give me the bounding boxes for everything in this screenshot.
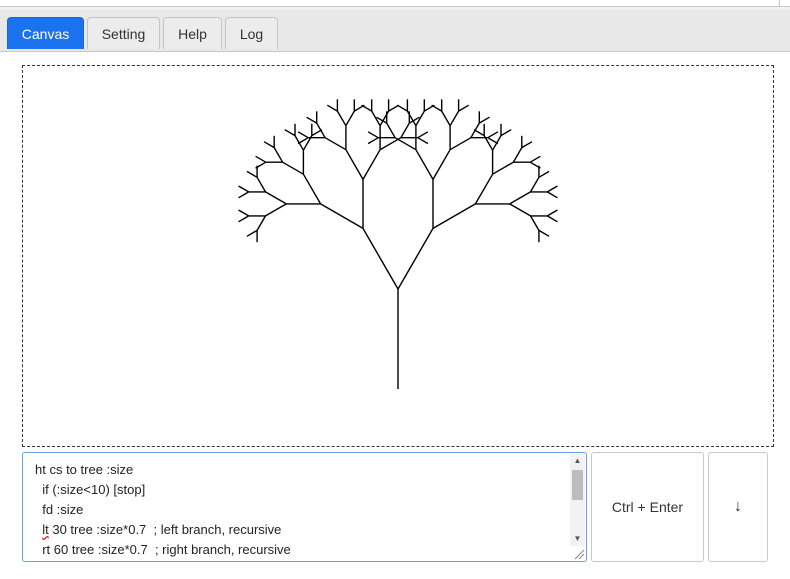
tree-branch bbox=[529, 215, 540, 231]
tree-branch bbox=[326, 104, 338, 112]
tree-branch bbox=[316, 122, 326, 139]
editor-scrollbar[interactable]: ▲ ▼ bbox=[570, 454, 585, 546]
tree-branch bbox=[306, 116, 318, 124]
tree-branch bbox=[441, 110, 451, 127]
tree-branch bbox=[273, 147, 284, 163]
tree-branch bbox=[362, 228, 399, 290]
tree-branch bbox=[417, 137, 429, 145]
resize-grip-icon[interactable] bbox=[571, 546, 585, 560]
window-corner bbox=[779, 0, 790, 6]
tree-branch bbox=[415, 149, 434, 180]
turtle-canvas[interactable] bbox=[22, 65, 774, 447]
tree-branch bbox=[265, 203, 287, 217]
tree-branch bbox=[417, 131, 429, 139]
tree-branch bbox=[255, 155, 267, 163]
tree-branch bbox=[432, 149, 451, 180]
tree-branch bbox=[400, 122, 410, 139]
tree-branch bbox=[458, 104, 470, 112]
scroll-up-arrow-icon[interactable]: ▲ bbox=[570, 454, 585, 468]
tree-branch bbox=[265, 191, 287, 205]
tab-log[interactable]: Log bbox=[225, 17, 278, 49]
scroll-down-arrow-icon[interactable]: ▼ bbox=[570, 532, 585, 546]
tree-branch bbox=[361, 104, 373, 112]
tree-branch bbox=[256, 215, 267, 231]
tree-branch bbox=[263, 141, 275, 149]
tree-branch bbox=[282, 161, 304, 175]
tree-branch bbox=[474, 173, 494, 205]
tree-branch bbox=[397, 228, 434, 290]
tree-branch bbox=[246, 170, 258, 178]
tree-branch bbox=[529, 155, 541, 163]
tree-branch bbox=[491, 135, 502, 151]
tab-setting[interactable]: Setting bbox=[87, 17, 160, 49]
tree-branch bbox=[238, 209, 250, 217]
tree-branch bbox=[238, 185, 250, 193]
tree-branch bbox=[492, 161, 514, 175]
tree-branch bbox=[546, 215, 558, 223]
tree-branch bbox=[431, 104, 443, 112]
tree-branch bbox=[521, 141, 533, 149]
window-top-bar bbox=[0, 0, 790, 7]
tree-branch bbox=[386, 122, 396, 139]
tree-branch bbox=[302, 173, 322, 205]
turtle-drawing bbox=[238, 99, 558, 389]
tree-branch bbox=[246, 229, 258, 237]
tree-branch bbox=[297, 131, 309, 139]
tree-branch bbox=[500, 129, 512, 137]
tree-branch bbox=[538, 229, 550, 237]
spellcheck-mark: lt bbox=[42, 522, 49, 537]
tree-branch bbox=[238, 191, 250, 199]
tree-branch bbox=[396, 104, 408, 112]
code-line: lt 30 tree :size*0.7 ; left branch, recu… bbox=[42, 522, 282, 537]
tree-branch bbox=[473, 129, 485, 137]
canvas-panel: ht cs to tree :size if (:size<10) [stop]… bbox=[0, 52, 790, 579]
tree-branch bbox=[432, 203, 476, 230]
tree-branch bbox=[367, 131, 379, 139]
tree-branch bbox=[388, 104, 400, 112]
tree-branch bbox=[345, 110, 355, 127]
tree-branch bbox=[449, 110, 460, 127]
tree-branch bbox=[367, 137, 379, 145]
code-editor[interactable]: ht cs to tree :size if (:size<10) [stop]… bbox=[22, 452, 587, 562]
code-line: fd :size bbox=[35, 502, 84, 517]
code-line: if (:size<10) [stop] bbox=[35, 482, 146, 497]
scrollbar-thumb[interactable] bbox=[572, 470, 583, 500]
tree-branch bbox=[538, 170, 550, 178]
tree-branch bbox=[345, 149, 364, 180]
code-line: ht cs to tree :size bbox=[35, 462, 134, 477]
tree-branch bbox=[529, 176, 540, 193]
tree-branch bbox=[546, 191, 558, 199]
tree-branch bbox=[449, 137, 472, 151]
tree-branch bbox=[512, 147, 523, 163]
scroll-down-button[interactable]: ↓ bbox=[708, 452, 768, 562]
tree-branch bbox=[336, 110, 347, 127]
tree-branch bbox=[324, 137, 347, 151]
tree-branch bbox=[487, 131, 499, 139]
tree-branch bbox=[297, 137, 309, 145]
tree-branch bbox=[509, 203, 531, 217]
tree-branch bbox=[362, 149, 381, 180]
tab-help[interactable]: Help bbox=[163, 17, 222, 49]
tree-branch bbox=[238, 215, 250, 223]
tree-branch bbox=[256, 176, 267, 193]
tree-branch bbox=[284, 129, 296, 137]
tab-canvas[interactable]: Canvas bbox=[7, 17, 84, 49]
tree-branch bbox=[546, 185, 558, 193]
tree-branch bbox=[394, 137, 417, 151]
code-line: rt 60 tree :size*0.7 ; right branch, rec… bbox=[35, 542, 291, 557]
tree-branch bbox=[255, 161, 267, 169]
tab-strip: Canvas Setting Help Log bbox=[0, 10, 790, 52]
run-button[interactable]: Ctrl + Enter bbox=[591, 452, 704, 562]
tree-branch bbox=[509, 191, 531, 205]
tree-branch bbox=[478, 116, 490, 124]
tree-branch bbox=[320, 203, 364, 230]
tree-branch bbox=[546, 209, 558, 217]
